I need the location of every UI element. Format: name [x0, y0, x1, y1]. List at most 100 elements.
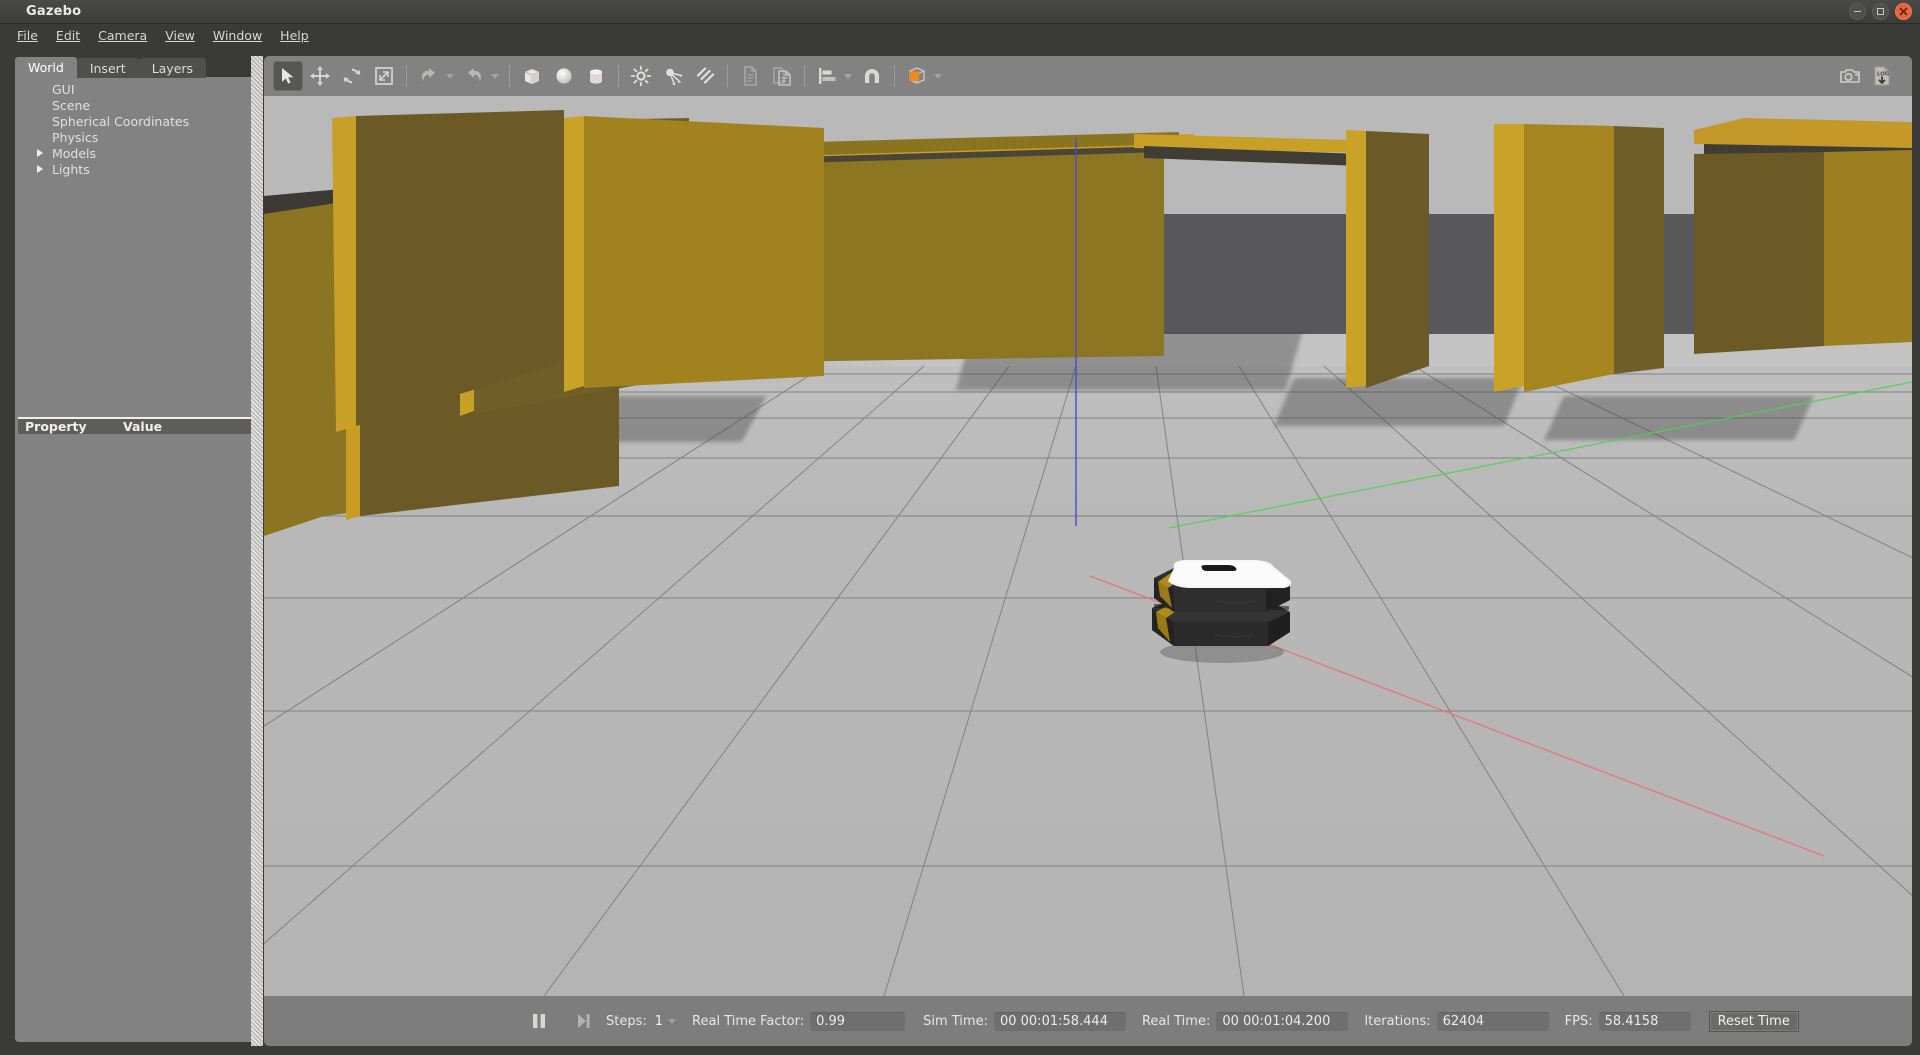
chevron-right-icon[interactable]: [37, 165, 43, 173]
toolbar-separator: [894, 65, 895, 87]
toolbar-right-group: LOG: [1834, 61, 1912, 91]
insert-sphere-button[interactable]: [549, 61, 579, 91]
cursor-arrow-icon: [282, 68, 294, 84]
world-axes: [1075, 138, 1912, 857]
main-area: World Insert Layers GUI Scene Spherical …: [0, 46, 1920, 1055]
pause-icon: [533, 1014, 545, 1028]
scale-diagonal-icon: [375, 67, 393, 85]
redo-button[interactable]: [459, 61, 489, 91]
maximize-button[interactable]: [1872, 3, 1889, 20]
screenshot-button[interactable]: [1835, 61, 1865, 91]
minimize-button[interactable]: [1849, 3, 1866, 20]
tree-item-physics[interactable]: Physics: [15, 129, 255, 145]
window-controls: [1849, 3, 1912, 20]
toolbar-separator: [804, 65, 805, 87]
align-dropdown-caret-icon[interactable]: [844, 73, 852, 79]
tree-item-models-label: Models: [52, 145, 97, 161]
steps-dropdown-caret-icon[interactable]: [668, 1018, 677, 1024]
viewport-container: LOG Steps: 1 Real Time Factor: 0.99 Sim …: [264, 56, 1912, 1046]
align-button[interactable]: [812, 61, 842, 91]
menu-window-label: Window: [212, 27, 263, 43]
undo-button[interactable]: [414, 61, 444, 91]
close-button[interactable]: [1895, 3, 1912, 20]
paste-button[interactable]: [767, 61, 797, 91]
select-mode-button[interactable]: [273, 61, 303, 91]
point-light-icon: [630, 65, 652, 87]
iterations-value: 62404: [1436, 1011, 1549, 1031]
box-icon: [524, 69, 540, 84]
iterations-label: Iterations:: [1364, 1013, 1431, 1029]
menu-bar: File Edit Camera View Window Help: [0, 24, 1920, 46]
toolbar-separator: [406, 65, 407, 87]
cylinder-icon: [590, 69, 602, 84]
warehouse-robot[interactable]: [1144, 556, 1304, 666]
rotate-mode-button[interactable]: [337, 61, 367, 91]
menu-edit-label: Edit: [55, 27, 81, 43]
translate-mode-button[interactable]: [305, 61, 335, 91]
tree-item-physics-label: Physics: [52, 129, 99, 145]
log-download-icon: LOG: [1874, 66, 1890, 86]
tree-item-scene-label: Scene: [52, 97, 91, 113]
undo-dropdown-caret-icon[interactable]: [446, 73, 454, 79]
log-record-button[interactable]: LOG: [1867, 61, 1897, 91]
menu-view[interactable]: View: [156, 26, 204, 45]
toolbar-separator: [727, 65, 728, 87]
panel-splitter[interactable]: [251, 56, 263, 1046]
menu-edit[interactable]: Edit: [47, 26, 89, 45]
column-header-property: Property: [25, 419, 87, 434]
orange-cube-icon: [909, 67, 925, 84]
tree-item-spherical-coordinates[interactable]: Spherical Coordinates: [15, 113, 255, 129]
step-button[interactable]: [570, 1008, 596, 1034]
tab-world-label: World: [28, 60, 64, 75]
reset-time-button[interactable]: Reset Time: [1708, 1010, 1799, 1032]
spot-light-icon: [666, 68, 683, 86]
tree-item-gui-label: GUI: [52, 81, 75, 97]
3d-viewport[interactable]: [264, 96, 1912, 996]
window-title: Gazebo: [26, 4, 82, 19]
view-dropdown-caret-icon[interactable]: [934, 73, 942, 79]
tree-item-scene[interactable]: Scene: [15, 97, 255, 113]
insert-directional-light-button[interactable]: [690, 61, 720, 91]
title-bar: Gazebo: [0, 0, 1920, 24]
world-tree: GUI Scene Spherical Coordinates Physics …: [15, 81, 255, 177]
reset-time-label: Reset Time: [1717, 1013, 1790, 1029]
real-time-value: 00 00:01:04.200: [1216, 1011, 1349, 1031]
tab-world[interactable]: World: [15, 57, 77, 78]
menu-window[interactable]: Window: [204, 26, 271, 45]
insert-point-light-button[interactable]: [626, 61, 656, 91]
snap-button[interactable]: [857, 61, 887, 91]
tab-insert[interactable]: Insert: [76, 58, 139, 78]
scale-mode-button[interactable]: [369, 61, 399, 91]
tab-layers[interactable]: Layers: [138, 58, 207, 78]
insert-spot-light-button[interactable]: [658, 61, 688, 91]
sphere-icon: [556, 68, 572, 84]
insert-cylinder-button[interactable]: [581, 61, 611, 91]
tree-item-models[interactable]: Models: [15, 145, 255, 161]
copy-button[interactable]: [735, 61, 765, 91]
property-table-header: Property Value: [18, 417, 251, 434]
panel-tab-bar: World Insert Layers: [15, 56, 207, 78]
magnet-snap-icon: [865, 69, 879, 83]
redo-dropdown-caret-icon[interactable]: [491, 73, 499, 79]
left-panel: World Insert Layers GUI Scene Spherical …: [7, 56, 263, 1046]
real-time-factor-label: Real Time Factor:: [692, 1013, 805, 1029]
view-transparent-button[interactable]: [902, 61, 932, 91]
menu-help[interactable]: Help: [271, 26, 318, 45]
menu-camera[interactable]: Camera: [89, 26, 156, 45]
fps-value: 58.4158: [1598, 1011, 1691, 1031]
column-header-value: Value: [123, 419, 163, 434]
chevron-right-icon[interactable]: [37, 149, 43, 157]
align-icon: [819, 68, 836, 84]
svg-text:LOG: LOG: [1877, 72, 1890, 78]
close-icon: [1899, 7, 1908, 16]
menu-file[interactable]: File: [8, 26, 47, 45]
tree-item-lights[interactable]: Lights: [15, 161, 255, 177]
pause-button[interactable]: [526, 1008, 552, 1034]
menu-file-label: File: [17, 27, 38, 43]
tree-item-gui[interactable]: GUI: [15, 81, 255, 97]
toolbar-separator: [509, 65, 510, 87]
rotate-arrows-icon: [343, 68, 361, 84]
insert-box-button[interactable]: [517, 61, 547, 91]
directional-light-icon: [696, 67, 715, 84]
redo-arrow-icon: [468, 68, 481, 82]
